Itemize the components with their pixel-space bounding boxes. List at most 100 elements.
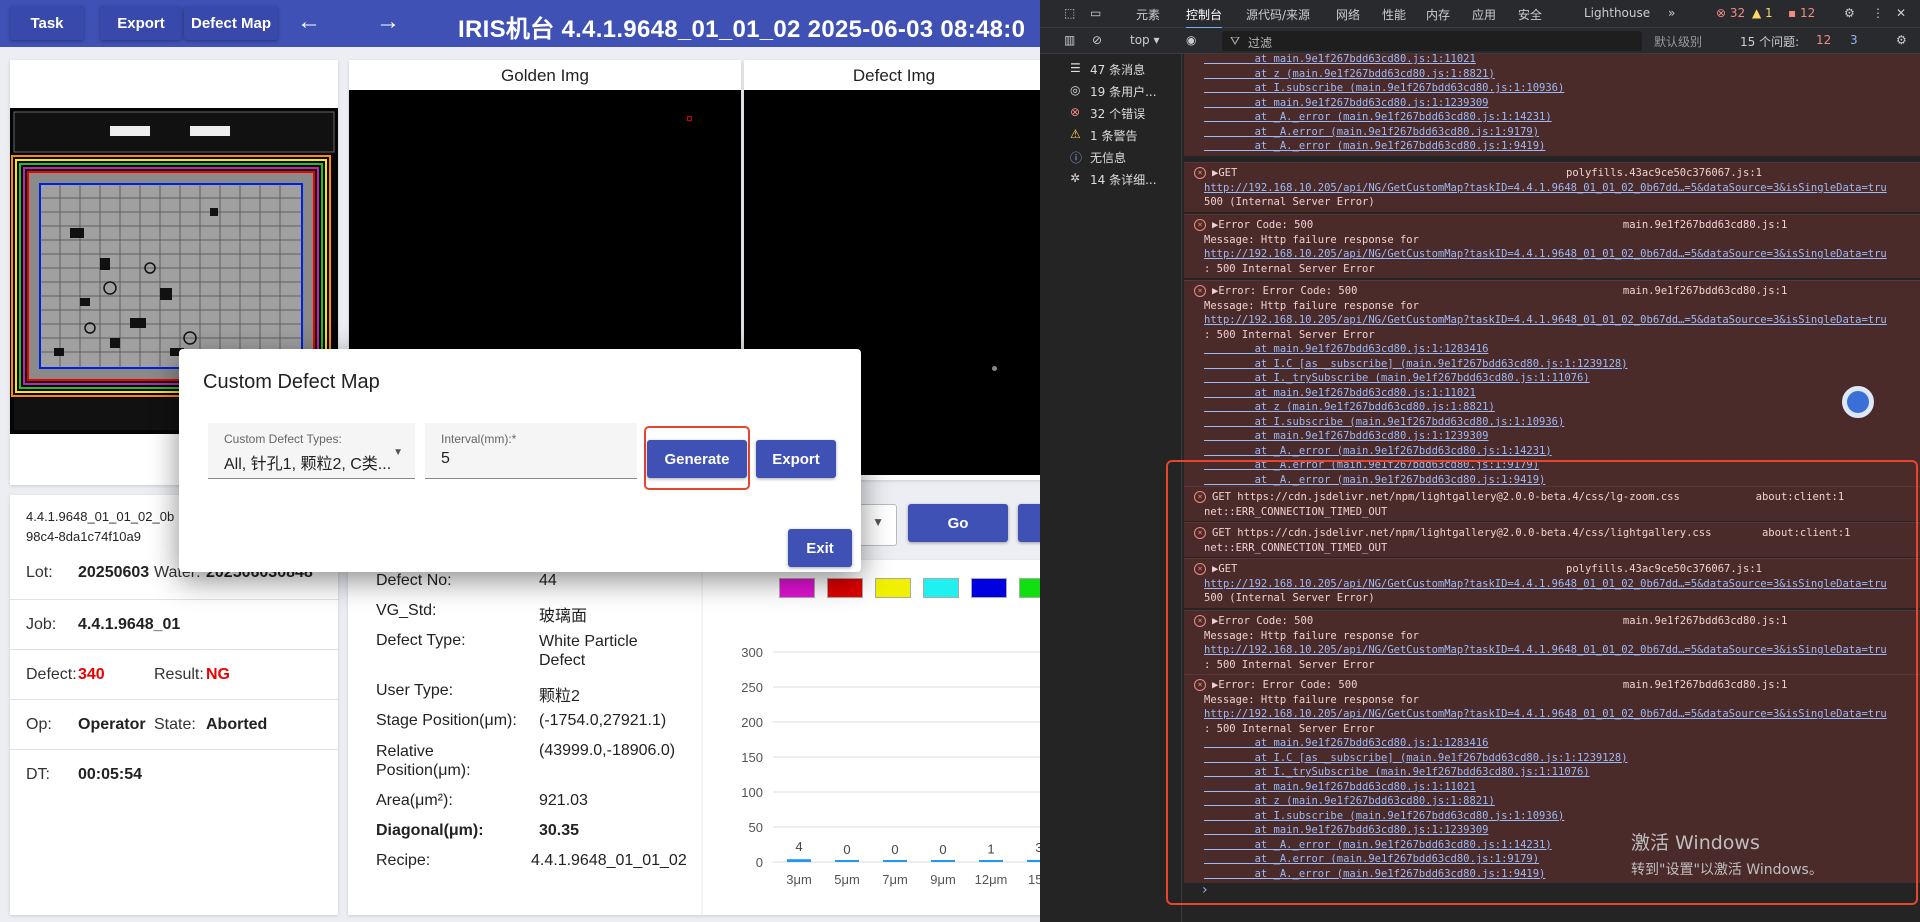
- console-line: at I.subscribe (main.9e1f267bdd63cd80.js…: [1204, 415, 1565, 428]
- tab-console[interactable]: 控制台: [1186, 6, 1223, 29]
- more-options-icon[interactable]: ⋮: [1872, 6, 1884, 20]
- sidebar-item-warnings[interactable]: ⚠ 1 条警告: [1040, 127, 1182, 149]
- device-icon[interactable]: ▭: [1090, 6, 1101, 20]
- forward-arrow-icon[interactable]: →: [376, 8, 400, 36]
- y-tick-label: 150: [741, 750, 763, 765]
- result-value: NG: [206, 666, 230, 683]
- tab-memory[interactable]: 内存: [1426, 6, 1450, 23]
- inspect-icon[interactable]: ⬚: [1064, 6, 1075, 20]
- info-count-badge[interactable]: ▪ 12: [1788, 6, 1815, 20]
- next-button[interactable]: [1018, 504, 1040, 542]
- console-message[interactable]: at main.9e1f267bdd63cd80.js:1:11021 at z…: [1184, 54, 1920, 156]
- issues-info-count[interactable]: 3: [1850, 33, 1858, 47]
- defect-count-label: Defect:: [26, 666, 77, 683]
- bar[interactable]: [835, 860, 859, 862]
- interval-input[interactable]: Interval(mm):* 5: [425, 423, 637, 479]
- context-select[interactable]: top ▾: [1130, 33, 1160, 47]
- top-bar: Task Export Defect Map ← → IRIS机台 4.4.1.…: [0, 0, 1040, 47]
- console-message[interactable]: × ▶Error: Error Code: 500 main.9e1f267bdd…: [1184, 280, 1920, 489]
- clear-console-icon[interactable]: ⊘: [1092, 33, 1102, 47]
- dialog-title: Custom Defect Map: [203, 371, 380, 393]
- defect-types-select[interactable]: Custom Defect Types: All, 针孔1, 颗粒2, C类..…: [208, 423, 415, 479]
- defect-size-chart-card: 0 50 100 150 200 250 300 4 3μm 0 5μm 0 7μm 0 9μm 1 12μm 3…: [703, 560, 1040, 915]
- detail-label: VG_Std:: [376, 602, 437, 619]
- sidebar-item-verbose[interactable]: ✲ 14 条详细...: [1040, 171, 1182, 193]
- bar[interactable]: [931, 860, 955, 862]
- console-settings-icon[interactable]: ⚙: [1896, 33, 1907, 47]
- sidebar-item-user[interactable]: ◎ 19 条用户...: [1040, 83, 1182, 105]
- issues-label[interactable]: 15 个问题:: [1740, 33, 1799, 50]
- more-tabs-icon[interactable]: »: [1668, 6, 1675, 20]
- devtools-tab-bar: ⬚ ▭ 元素 控制台 源代码/来源 网络 性能 内存 应用 安全 Lightho…: [1040, 0, 1920, 29]
- console-line: at main.9e1f267bdd63cd80.js:1:11021: [1204, 386, 1476, 399]
- detail-label: User Type:: [376, 682, 454, 699]
- go-button[interactable]: Go: [908, 504, 1008, 542]
- operator-row: Op: Operator State: Aborted: [10, 700, 338, 750]
- data-label: 1: [987, 841, 994, 856]
- tab-elements[interactable]: 元素: [1136, 6, 1160, 23]
- detail-value: 30.35: [539, 822, 580, 839]
- sidebar-item-label: 1 条警告: [1090, 129, 1138, 143]
- sidebar-toggle-icon[interactable]: ▥: [1064, 33, 1075, 47]
- console-message[interactable]: × ▶Error Code: 500 main.9e1f267bdd63cd80.…: [1184, 214, 1920, 278]
- back-arrow-icon[interactable]: ←: [297, 8, 321, 36]
- error-count-badge[interactable]: ⊗ 32: [1716, 6, 1745, 20]
- console-line: at main.9e1f267bdd63cd80.js:1:1283416: [1204, 343, 1489, 355]
- defect-types-label: Custom Defect Types:: [224, 432, 342, 446]
- close-devtools-icon[interactable]: ✕: [1896, 6, 1906, 20]
- dialog-export-button[interactable]: Export: [756, 440, 836, 478]
- generate-button[interactable]: Generate: [647, 440, 747, 478]
- console-message[interactable]: × ▶GET polyfills.43ac9ce50c376067.js:1 htt…: [1184, 162, 1920, 212]
- detail-label: Relative Position(μm):: [376, 743, 471, 779]
- defect-map-button[interactable]: Defect Map: [184, 6, 278, 40]
- console-line: ▶Error: Error Code: 500 main.9e1f267bdd6…: [1212, 285, 1788, 297]
- bar[interactable]: [883, 860, 907, 862]
- issues-error-count[interactable]: 12: [1816, 33, 1831, 47]
- sidebar-item-info[interactable]: ⓘ 无信息: [1040, 149, 1182, 171]
- job-label: Job:: [26, 616, 57, 633]
- windows-activation-watermark: 激活 Windows 转到"设置"以激活 Windows。: [1631, 828, 1823, 879]
- sidebar-item-errors[interactable]: ⊗ 32 个错误: [1040, 105, 1182, 127]
- task-button[interactable]: Task: [10, 6, 84, 40]
- list-icon: ☰: [1070, 61, 1081, 75]
- warn-count-badge[interactable]: ▲ 1: [1752, 6, 1773, 20]
- sidebar-item-label: 19 条用户...: [1090, 85, 1157, 99]
- tab-lighthouse[interactable]: Lighthouse: [1584, 6, 1650, 20]
- eye-icon[interactable]: ◉: [1186, 33, 1196, 47]
- y-tick-label: 0: [756, 855, 763, 870]
- tab-application[interactable]: 应用: [1472, 6, 1496, 23]
- settings-gear-icon[interactable]: ⚙: [1844, 6, 1855, 20]
- bar[interactable]: [1027, 859, 1040, 862]
- detail-value: 颗粒2: [539, 688, 580, 705]
- console-line: http://192.168.10.205/api/NG/GetCustomMa…: [1204, 248, 1887, 260]
- console-line: at z (main.9e1f267bdd63cd80.js:1:8821): [1204, 401, 1495, 413]
- y-tick-label: 250: [741, 680, 763, 695]
- tab-security[interactable]: 安全: [1518, 6, 1542, 23]
- console-line: http://192.168.10.205/api/NG/GetCustomMa…: [1204, 314, 1887, 326]
- bar[interactable]: [787, 859, 811, 862]
- console-filter-input[interactable]: ⛛ 过滤: [1222, 31, 1642, 51]
- tab-sources[interactable]: 源代码/来源: [1246, 6, 1310, 23]
- tab-network[interactable]: 网络: [1336, 6, 1360, 23]
- bar[interactable]: [979, 860, 1003, 862]
- bar-chart: 05010015020025030043μm05μm07μm09μm112μm3…: [741, 645, 1040, 887]
- data-label: 0: [891, 842, 898, 857]
- x-tick-label: 15μ: [1028, 872, 1040, 887]
- sidebar-item-label: 32 个错误: [1090, 107, 1146, 121]
- dt-value: 00:05:54: [78, 766, 143, 783]
- sidebar-item-label: 无信息: [1090, 151, 1127, 165]
- tab-performance[interactable]: 性能: [1382, 6, 1406, 23]
- console-line: ▶Error Code: 500 main.9e1f267bdd63cd80.j…: [1212, 219, 1788, 231]
- console-line: : 500 Internal Server Error: [1204, 262, 1375, 275]
- y-tick-label: 100: [741, 785, 763, 800]
- inspection-app: Task Export Defect Map ← → IRIS机台 4.4.1.…: [0, 0, 1040, 922]
- floating-assistant-icon[interactable]: [1842, 386, 1874, 418]
- console-line: http://192.168.10.205/api/NG/GetCustomMa…: [1204, 181, 1887, 194]
- page-title: IRIS机台 4.4.1.9648_01_01_02 2025-06-03 08…: [458, 16, 1026, 43]
- sidebar-item-messages[interactable]: ☰ 47 条消息: [1040, 61, 1182, 83]
- log-level-select[interactable]: 默认级别: [1654, 33, 1702, 50]
- exit-button[interactable]: Exit: [788, 529, 852, 567]
- watermark-title: 激活 Windows: [1631, 832, 1760, 854]
- export-button[interactable]: Export: [100, 6, 182, 40]
- x-tick-label: 12μm: [975, 872, 1008, 887]
